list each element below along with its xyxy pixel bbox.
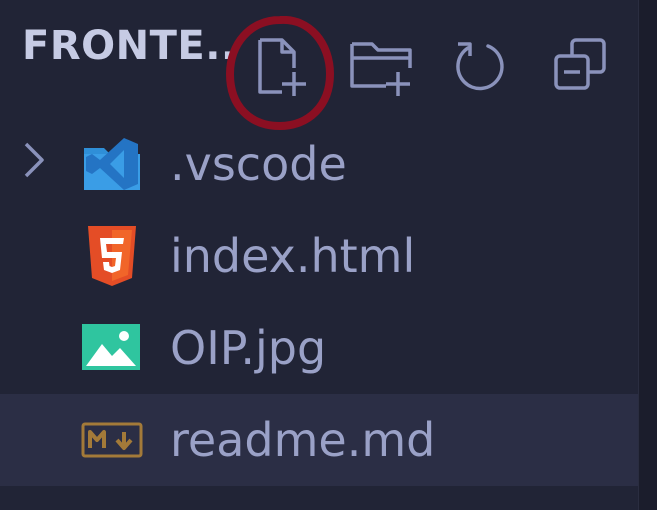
tree-item-oip-jpg[interactable]: OIP.jpg [0,302,638,394]
markdown-icon [81,422,143,458]
tree-item-label: readme.md [170,413,436,467]
tree-item-index-html[interactable]: index.html [0,210,638,302]
collapse-all-icon [554,38,606,90]
new-folder-icon [350,42,412,96]
tree-item-readme-md[interactable]: readme.md [0,394,638,486]
refresh-icon [456,42,504,91]
new-folder-button[interactable] [348,32,416,100]
explorer-panel: FRONTE.. .vscode index.html OIP.jpg read… [0,0,638,510]
html5-icon [88,226,136,286]
tree-item-vscode-folder[interactable]: .vscode [0,118,638,210]
image-icon [82,324,140,370]
tree-item-label: .vscode [170,137,347,191]
collapse-all-button[interactable] [546,32,614,100]
vscode-folder-icon [84,138,140,190]
chevron-right-icon [24,142,44,178]
new-file-button[interactable] [246,32,314,100]
tree-item-label: OIP.jpg [170,321,327,375]
refresh-button[interactable] [446,32,514,100]
panel-divider [638,0,657,510]
file-tree: .vscode index.html OIP.jpg readme.md [0,118,638,486]
folder-title[interactable]: FRONTE.. [22,22,237,70]
scrollbar-edge [638,0,639,510]
tree-item-label: index.html [170,229,416,283]
new-file-icon [258,38,306,96]
